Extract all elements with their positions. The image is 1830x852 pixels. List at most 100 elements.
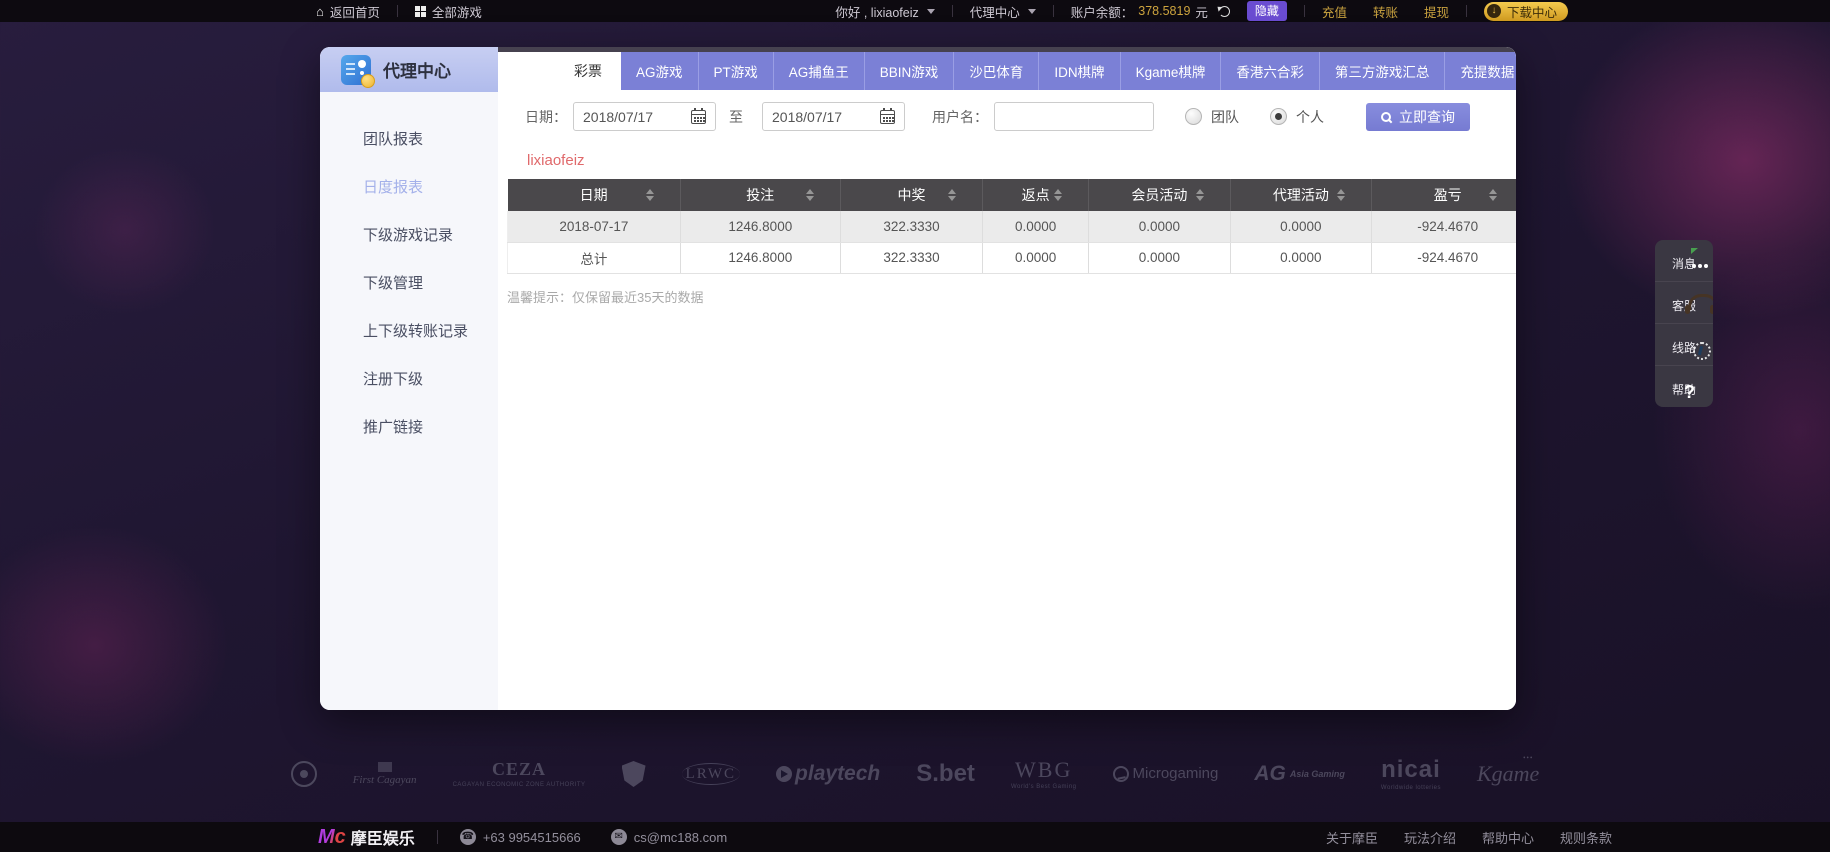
table-header-cell[interactable]: 日期 <box>507 179 681 211</box>
column-label: 中奖 <box>897 187 926 203</box>
grid-icon <box>414 5 426 17</box>
sidebar-item[interactable]: 下级管理 <box>320 260 498 308</box>
divider <box>1303 5 1305 17</box>
table-cell: -924.4670 <box>1371 242 1516 274</box>
query-button[interactable]: 立即查询 <box>1366 102 1470 131</box>
transfer-link[interactable]: 转账 <box>1373 2 1398 21</box>
topbar: ⌂ 返回首页 全部游戏 你好 , lixiaofeiz 代理中心 账户余额： 3… <box>0 0 1830 22</box>
tab[interactable]: 沙巴体育 <box>954 52 1040 90</box>
report-table: 日期 投注 中奖 返点 会员活动 代理活动 盈亏 2018-07-17 1246… <box>507 179 1516 274</box>
sort-icon[interactable] <box>805 189 814 201</box>
sort-icon[interactable] <box>1054 189 1063 201</box>
table-header-cell[interactable]: 盈亏 <box>1371 179 1516 211</box>
how-to-play-link[interactable]: 玩法介绍 <box>1404 828 1456 847</box>
radio-personal[interactable] <box>1270 108 1287 125</box>
hide-balance-button[interactable]: 隐藏 <box>1246 1 1287 21</box>
sidebar-item[interactable]: 上下级转账记录 <box>320 308 498 356</box>
sort-icon[interactable] <box>645 189 654 201</box>
download-center-button[interactable]: ↓ 下载中心 <box>1483 1 1568 21</box>
table-header-cell[interactable]: 中奖 <box>840 179 984 211</box>
withdraw-link[interactable]: 提现 <box>1424 2 1449 21</box>
column-label: 日期 <box>579 187 608 203</box>
tab[interactable]: IDN棋牌 <box>1039 52 1121 90</box>
sidebar-item[interactable]: 日度报表 <box>320 164 498 212</box>
tab[interactable]: AG捕鱼王 <box>773 52 865 90</box>
messages-button[interactable]: 消息 <box>1655 240 1713 282</box>
table-header-row: 日期 投注 中奖 返点 会员活动 代理活动 盈亏 <box>507 179 1516 211</box>
customer-service-button[interactable]: 客服 <box>1655 282 1713 324</box>
footer-logos: First Cagayan CEZA CAGAYAN ECONOMIC ZONE … <box>0 742 1830 806</box>
radio-personal-label[interactable]: 个人 <box>1296 107 1324 127</box>
sidebar-item[interactable]: 注册下级 <box>320 356 498 404</box>
date-from-input[interactable]: 2018/07/17 <box>573 102 716 131</box>
chevron-down-icon <box>926 8 935 14</box>
table-body: 2018-07-17 1246.8000 322.3330 0.0000 0.0… <box>507 211 1516 274</box>
sidebar-item[interactable]: 团队报表 <box>320 116 498 164</box>
sort-icon[interactable] <box>1195 189 1204 201</box>
tab[interactable]: PT游戏 <box>698 52 774 90</box>
bottombar-links: 关于摩臣 玩法介绍 帮助中心 规则条款 <box>1326 828 1612 847</box>
help-button[interactable]: 帮助 <box>1655 366 1713 407</box>
topbar-links: 充值 转账 提现 <box>1322 2 1449 21</box>
floating-toolbar: 消息 客服 线路 帮助 <box>1655 240 1713 407</box>
tab[interactable]: AG游戏 <box>621 52 699 90</box>
agent-center-menu[interactable]: 代理中心 <box>970 2 1036 21</box>
table-header-cell[interactable]: 会员活动 <box>1088 179 1231 211</box>
table-cell: 0.0000 <box>1088 211 1231 243</box>
sort-icon[interactable] <box>948 189 957 201</box>
tab[interactable]: 第三方游戏汇总 <box>1319 52 1446 90</box>
table-header-cell[interactable]: 投注 <box>680 179 841 211</box>
date-to-value: 2018/07/17 <box>772 108 843 125</box>
refresh-icon[interactable] <box>1218 5 1230 17</box>
partner-logo-kgame: Kgame <box>1477 755 1539 786</box>
phone-contact: ☎ +63 9954515666 <box>459 829 581 845</box>
table-cell: -924.4670 <box>1371 211 1516 243</box>
microgaming-icon <box>1112 766 1129 782</box>
brand-name: 摩臣娱乐 <box>350 831 415 848</box>
partner-logo-asia-gaming: AG Asia Gaming <box>1254 762 1345 786</box>
sidebar-item[interactable]: 下级游戏记录 <box>320 212 498 260</box>
rules-link[interactable]: 规则条款 <box>1560 828 1612 847</box>
tab[interactable]: BBIN游戏 <box>864 52 955 90</box>
help-center-link[interactable]: 帮助中心 <box>1482 828 1534 847</box>
table-cell: 0.0000 <box>1230 211 1373 243</box>
username-label: 用户名： <box>932 108 988 125</box>
partner-logo-emblem <box>290 761 317 787</box>
table-header-cell[interactable]: 返点 <box>982 179 1090 211</box>
calendar-icon[interactable] <box>880 107 895 124</box>
all-games-link[interactable]: 全部游戏 <box>414 2 482 21</box>
table-cell: 2018-07-17 <box>507 211 681 243</box>
user-menu[interactable]: 你好 , lixiaofeiz <box>835 2 935 21</box>
partner-logo-lrwc: LRWC <box>681 762 741 786</box>
partner-logo-sbet: S.bet <box>916 759 975 787</box>
date-from-value: 2018/07/17 <box>583 108 654 125</box>
about-link[interactable]: 关于摩臣 <box>1326 828 1378 847</box>
tab[interactable]: 彩票 <box>555 52 621 90</box>
calendar-icon[interactable] <box>691 107 706 124</box>
tab[interactable]: 香港六合彩 <box>1221 52 1320 90</box>
radio-team[interactable] <box>1185 108 1202 125</box>
table-cell: 0.0000 <box>982 242 1090 274</box>
column-label: 盈亏 <box>1433 187 1462 203</box>
partner-logo-wbg: WBG World's Best Gaming <box>1010 756 1077 790</box>
username-input[interactable] <box>994 102 1154 131</box>
phone-icon: ☎ <box>459 829 476 845</box>
deposit-link[interactable]: 充值 <box>1322 2 1347 21</box>
greeting-label: 你好 , lixiaofeiz <box>835 5 919 20</box>
email-address: cs@mc188.com <box>633 829 728 845</box>
sort-icon[interactable] <box>1337 189 1346 201</box>
messages-label: 消息 <box>1671 257 1696 271</box>
tab[interactable]: Kgame棋牌 <box>1120 52 1222 90</box>
radio-team-label[interactable]: 团队 <box>1211 107 1239 127</box>
filter-row: 日期： 2018/07/17 至 2018/07/17 用户名： 团队 个人 立… <box>525 102 1516 131</box>
tab[interactable]: 充提数据 <box>1445 52 1516 90</box>
sort-icon[interactable] <box>1489 189 1498 201</box>
lines-button[interactable]: 线路 <box>1655 324 1713 366</box>
email-icon: ✉ <box>610 829 627 845</box>
content-area: 彩票 AG游戏 PT游戏 AG捕鱼王 BBIN游戏 沙巴体育 IDN棋牌 Kga… <box>498 47 1516 710</box>
date-to-input[interactable]: 2018/07/17 <box>762 102 905 131</box>
table-header-cell[interactable]: 代理活动 <box>1230 179 1373 211</box>
sidebar-item[interactable]: 推广链接 <box>320 404 498 452</box>
query-button-label: 立即查询 <box>1399 108 1455 125</box>
home-link[interactable]: ⌂ 返回首页 <box>316 2 380 21</box>
